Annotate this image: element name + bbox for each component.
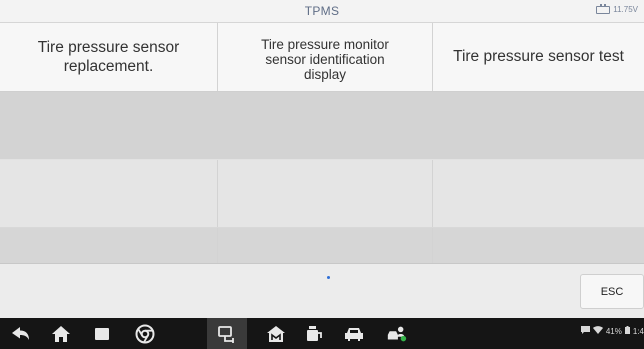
vehicle-service-icon[interactable] bbox=[303, 323, 325, 345]
empty-cell bbox=[433, 228, 644, 263]
empty-cell bbox=[0, 160, 218, 227]
wifi-icon bbox=[592, 326, 603, 336]
page-title: TPMS bbox=[304, 4, 340, 18]
empty-menu-row bbox=[0, 92, 644, 160]
battery-percent: 41% bbox=[605, 326, 622, 336]
empty-cell bbox=[218, 92, 433, 159]
menu-item-sensor-replacement[interactable]: Tire pressure sensor replacement. bbox=[0, 23, 218, 91]
title-bar: TPMS 11.75V bbox=[0, 0, 644, 23]
menu-item-sensor-identification-display[interactable]: Tire pressure monitor sensor identificat… bbox=[218, 23, 433, 91]
vehicle-battery-indicator: 11.75V bbox=[596, 3, 638, 14]
system-nav-bar: 41% 1:4 bbox=[0, 318, 644, 349]
android-status: 41% 1:4 bbox=[580, 326, 644, 336]
empty-menu-row bbox=[0, 160, 644, 228]
battery-voltage: 11.75V bbox=[613, 5, 638, 14]
remote-expert-icon[interactable] bbox=[386, 323, 408, 345]
function-menu-grid: Tire pressure sensor replacement. Tire p… bbox=[0, 23, 644, 264]
empty-cell bbox=[0, 228, 218, 263]
home-icon[interactable] bbox=[50, 323, 72, 345]
tablet-battery-icon bbox=[624, 326, 630, 336]
empty-menu-row bbox=[0, 228, 644, 264]
battery-icon bbox=[596, 3, 611, 14]
message-icon bbox=[580, 326, 590, 336]
menu-item-sensor-test[interactable]: Tire pressure sensor test bbox=[433, 23, 644, 91]
recent-apps-icon[interactable] bbox=[91, 323, 113, 345]
empty-cell bbox=[0, 92, 218, 159]
maxifix-icon[interactable] bbox=[265, 323, 287, 345]
browser-icon[interactable] bbox=[134, 323, 156, 345]
empty-cell bbox=[218, 160, 433, 227]
empty-cell bbox=[433, 160, 644, 227]
empty-cell bbox=[218, 228, 433, 263]
vci-connection-icon[interactable] bbox=[207, 318, 247, 349]
car-icon[interactable] bbox=[343, 323, 365, 345]
back-icon[interactable] bbox=[10, 323, 32, 345]
empty-cell bbox=[433, 92, 644, 159]
esc-button[interactable]: ESC bbox=[580, 274, 644, 309]
clock: 1:4 bbox=[632, 326, 644, 336]
function-footer: ESC bbox=[0, 264, 644, 318]
page-indicator-dot bbox=[327, 276, 330, 279]
menu-row: Tire pressure sensor replacement. Tire p… bbox=[0, 23, 644, 92]
